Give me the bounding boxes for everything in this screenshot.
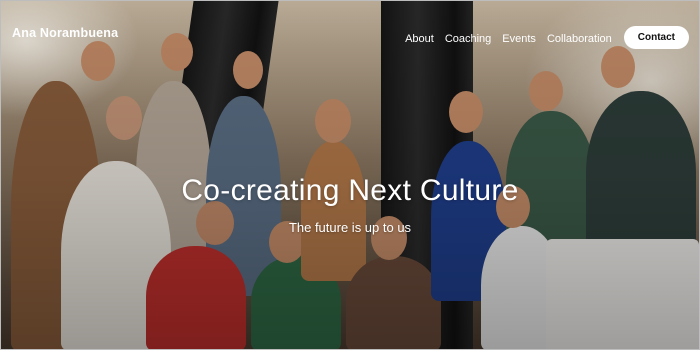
nav-events[interactable]: Events	[502, 33, 536, 45]
main-nav: About Coaching Events Collaboration Cont…	[394, 26, 699, 50]
contact-button[interactable]: Contact	[623, 26, 689, 49]
site-logo[interactable]: Ana Norambuena	[12, 26, 118, 40]
site-header: Ana Norambuena About Coaching Events Col…	[1, 1, 699, 67]
hero-title: Co-creating Next Culture	[181, 174, 519, 207]
page-frame: Ana Norambuena About Coaching Events Col…	[0, 0, 700, 350]
nav-collaboration[interactable]: Collaboration	[547, 33, 612, 45]
hero-subtitle: The future is up to us	[288, 220, 412, 235]
nav-coaching[interactable]: Coaching	[445, 33, 491, 45]
nav-about[interactable]: About	[405, 33, 434, 45]
